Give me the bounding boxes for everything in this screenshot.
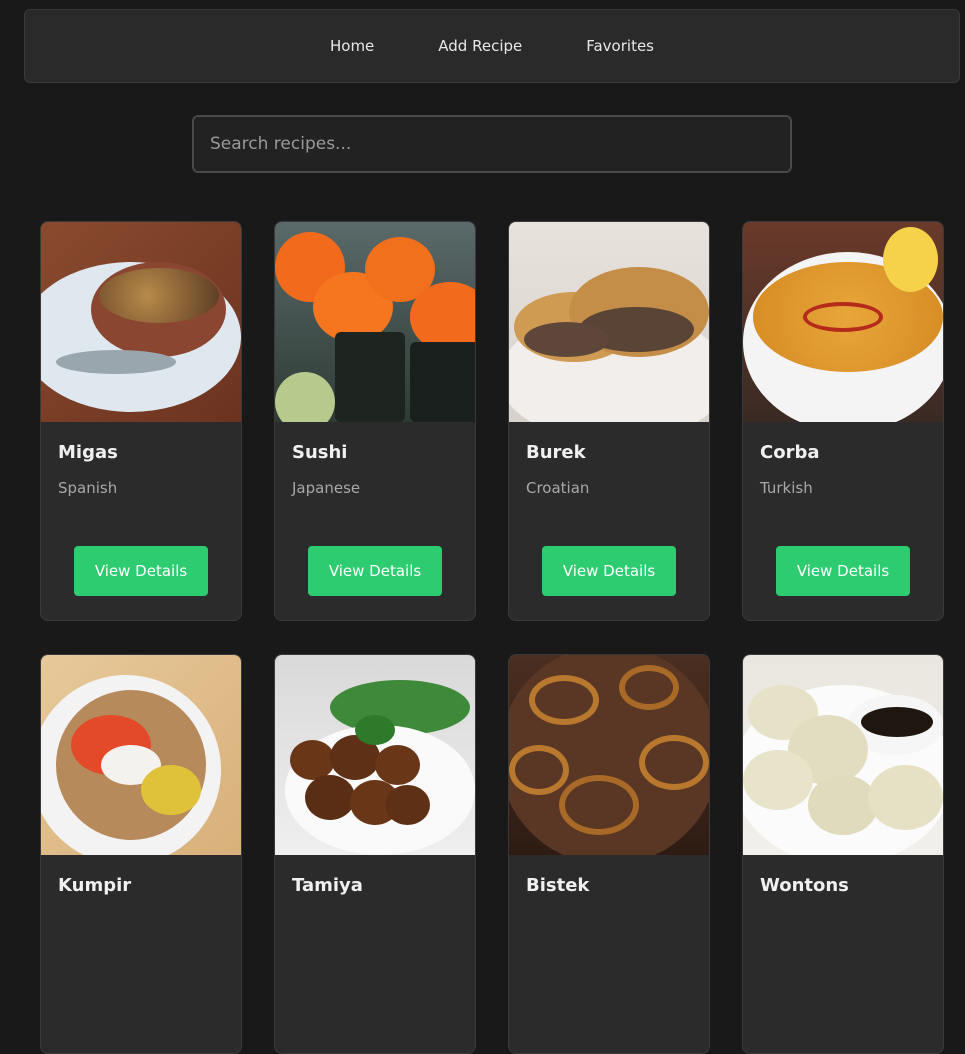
recipe-image-migas	[41, 222, 241, 422]
recipe-card-bistek: Bistek	[508, 654, 710, 1054]
recipe-title: Corba	[760, 442, 820, 463]
recipe-title: Tamiya	[292, 875, 363, 896]
view-details-button[interactable]: View Details	[776, 546, 910, 596]
recipe-cuisine: Spanish	[58, 479, 118, 497]
recipe-title: Kumpir	[58, 875, 132, 896]
recipe-card-wontons: Wontons	[742, 654, 944, 1054]
recipe-title: Burek	[526, 442, 586, 463]
recipe-image-burek	[509, 222, 709, 422]
recipe-cuisine: Turkish	[760, 479, 813, 497]
nav-home-link[interactable]: Home	[330, 37, 374, 55]
recipe-title: Sushi	[292, 442, 348, 463]
recipe-image-corba	[743, 222, 943, 422]
nav-add-recipe-link[interactable]: Add Recipe	[438, 37, 522, 55]
view-details-button[interactable]: View Details	[308, 546, 442, 596]
recipe-title: Wontons	[760, 875, 849, 896]
view-details-button[interactable]: View Details	[542, 546, 676, 596]
top-nav: Home Add Recipe Favorites	[24, 9, 960, 83]
recipe-image-sushi	[275, 222, 475, 422]
recipe-card-corba: Corba Turkish View Details	[742, 221, 944, 621]
recipe-card-tamiya: Tamiya	[274, 654, 476, 1054]
recipe-card-sushi: Sushi Japanese View Details	[274, 221, 476, 621]
recipe-image-tamiya	[275, 655, 475, 855]
recipe-image-wontons	[743, 655, 943, 855]
nav-favorites-link[interactable]: Favorites	[586, 37, 654, 55]
view-details-button[interactable]: View Details	[74, 546, 208, 596]
recipe-image-kumpir	[41, 655, 241, 855]
recipe-image-bistek	[509, 655, 709, 855]
recipe-card-kumpir: Kumpir	[40, 654, 242, 1054]
recipe-cuisine: Japanese	[292, 479, 361, 497]
recipe-card-burek: Burek Croatian View Details	[508, 221, 710, 621]
recipe-card-migas: Migas Spanish View Details	[40, 221, 242, 621]
recipe-cuisine: Croatian	[526, 479, 590, 497]
recipe-title: Bistek	[526, 875, 590, 896]
search-input[interactable]	[192, 115, 792, 173]
recipe-title: Migas	[58, 442, 118, 463]
